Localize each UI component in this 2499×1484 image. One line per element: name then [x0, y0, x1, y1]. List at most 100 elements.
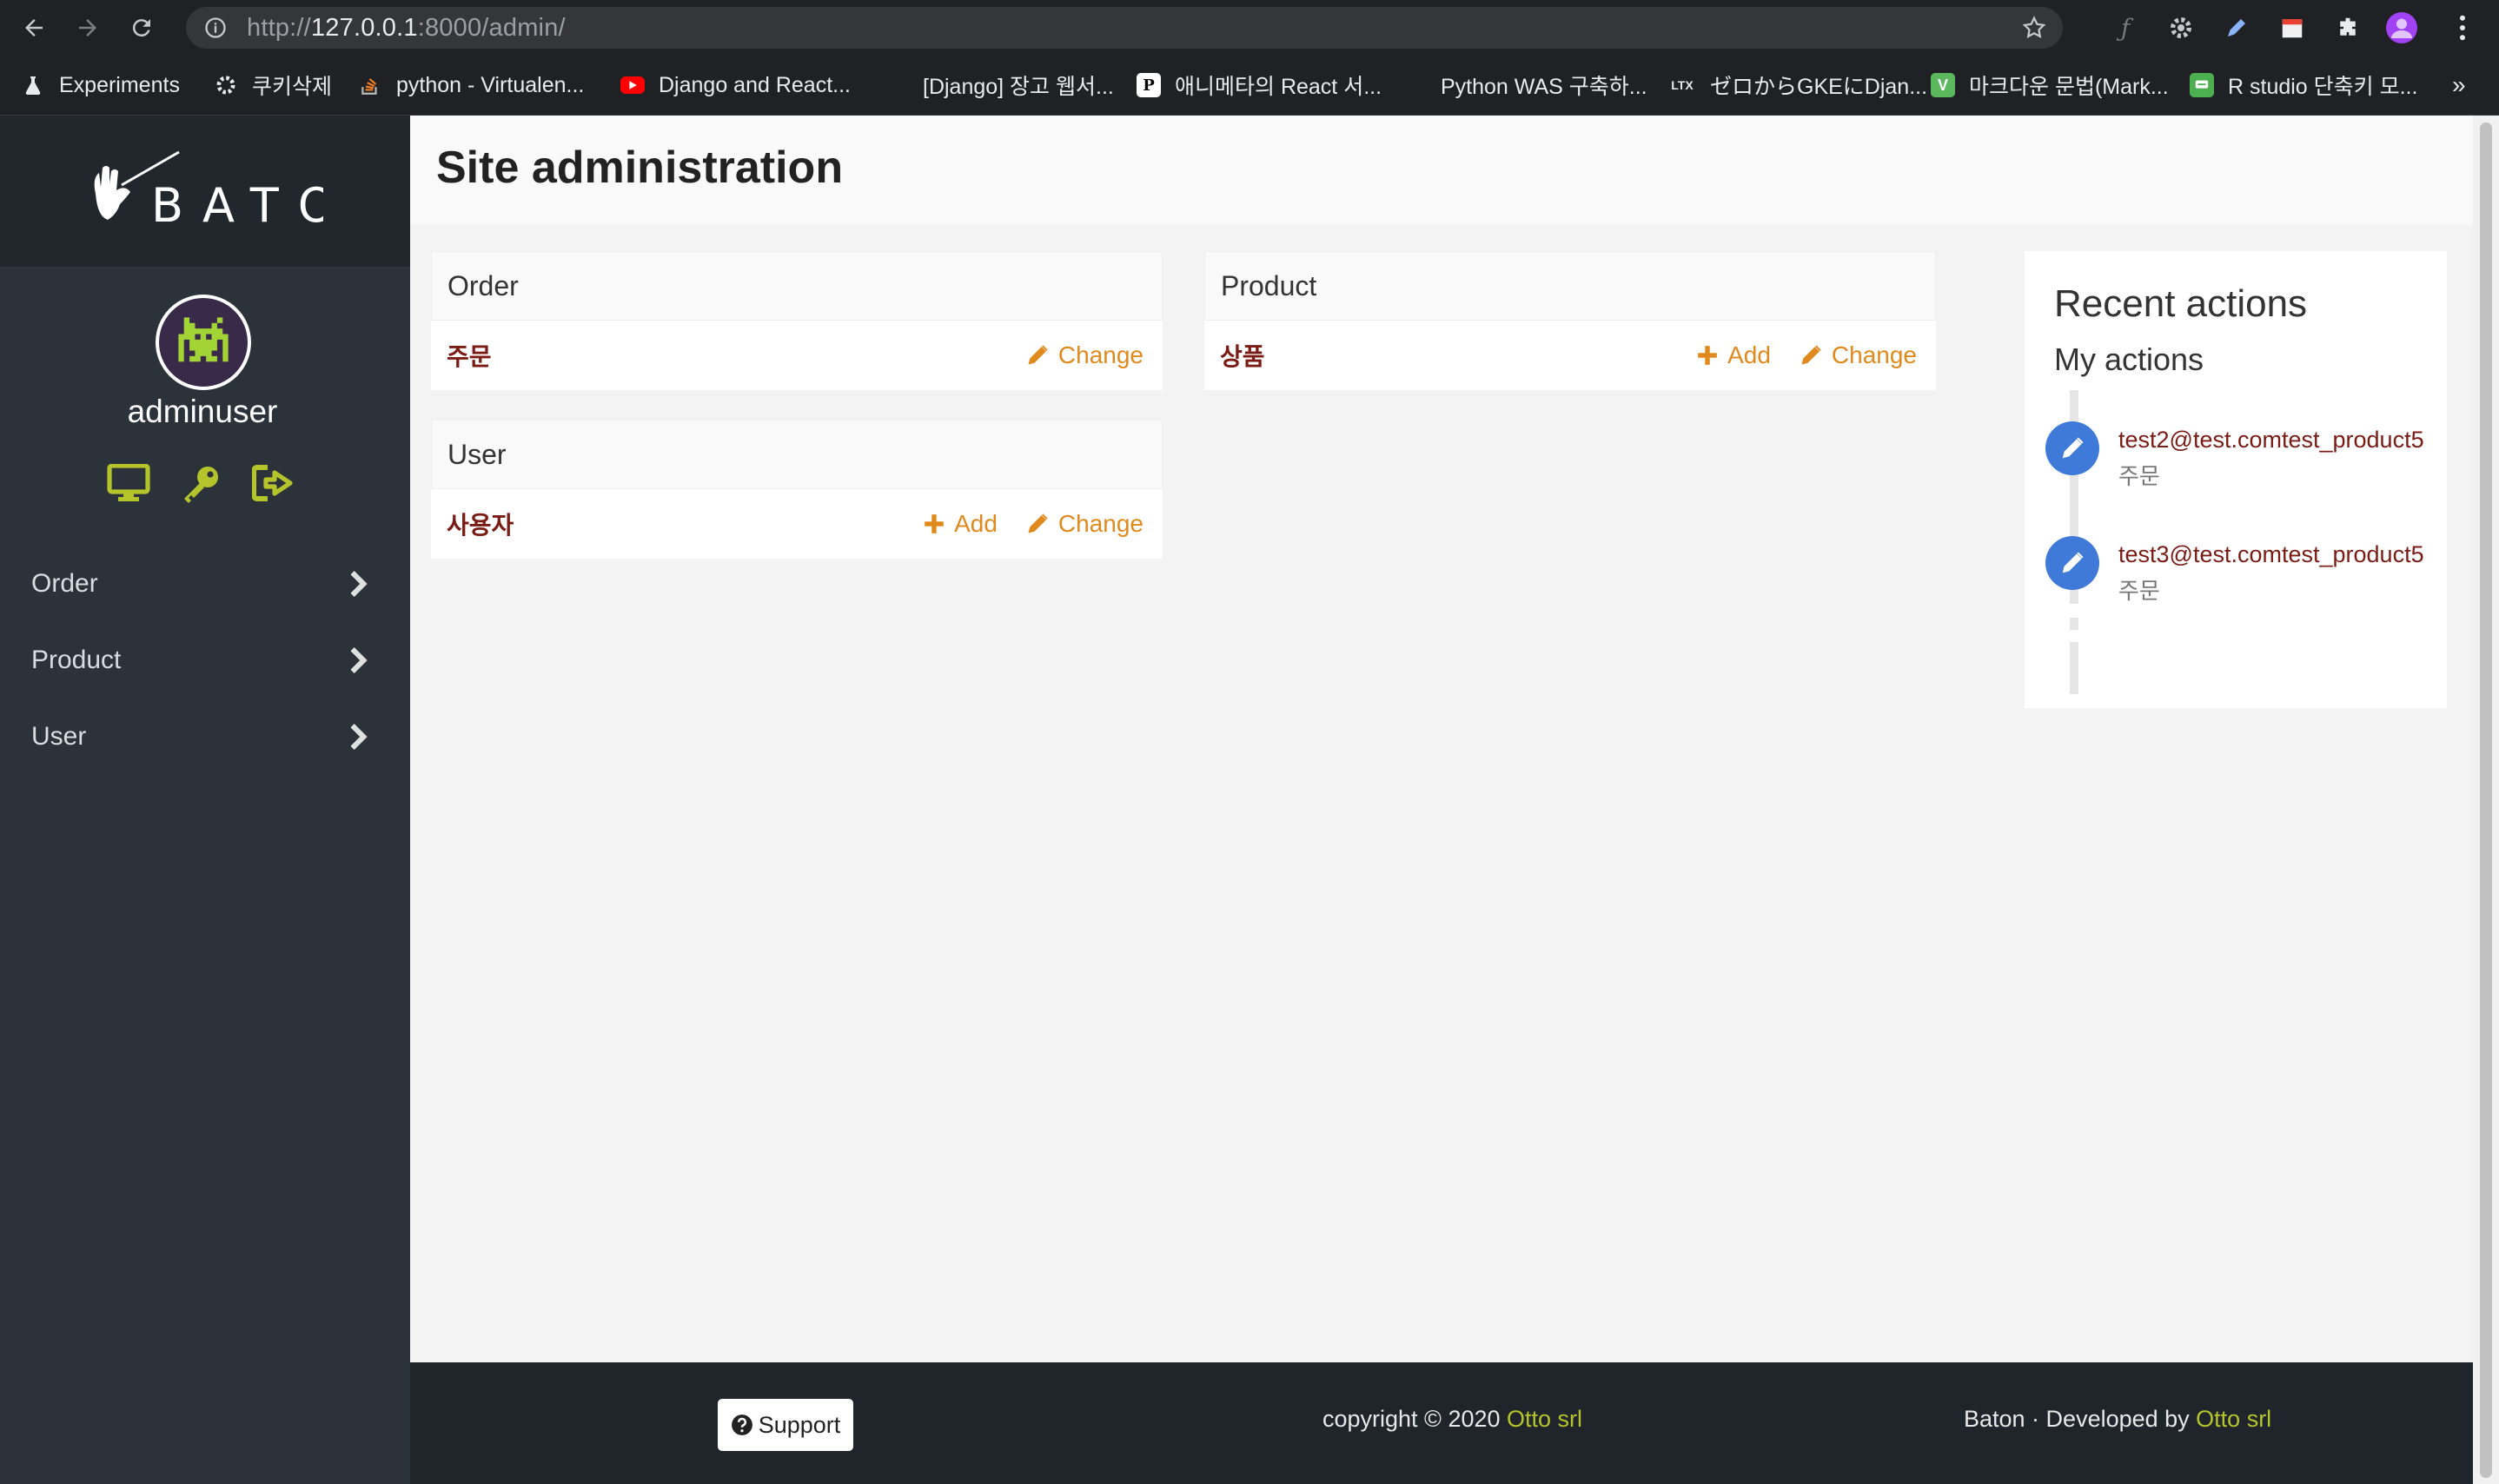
- table-row: 주문 Change: [431, 321, 1163, 390]
- bookmark-rstudio[interactable]: R studio 단축키 모...: [2190, 68, 2417, 103]
- bookmark-django-react[interactable]: Django and React...: [620, 68, 851, 103]
- row-actions: Change: [1025, 321, 1143, 390]
- sidebar: BATON adminuser Order Product User: [0, 116, 410, 1484]
- change-order-button[interactable]: Change: [1025, 341, 1143, 369]
- username: adminuser: [127, 394, 278, 429]
- bookmark-python-virtualenv[interactable]: python - Virtualen...: [358, 68, 584, 103]
- change-product-button[interactable]: Change: [1799, 341, 1917, 369]
- pencil-icon: [1028, 513, 1048, 533]
- gear-extension-icon[interactable]: [2165, 12, 2197, 43]
- support-label: Support: [758, 1411, 841, 1438]
- developed-by-text: Baton · Developed by Otto srl: [1964, 1406, 2271, 1433]
- company-link[interactable]: Otto srl: [1507, 1406, 1582, 1432]
- chevron-right-icon: [350, 571, 368, 597]
- logout-button[interactable]: [250, 459, 299, 507]
- user-actions: [104, 459, 299, 507]
- plus-icon: [925, 514, 944, 533]
- bookmark-label: python - Virtualen...: [396, 72, 585, 97]
- function-extension-icon[interactable]: ƒ: [2110, 12, 2141, 43]
- sidebar-item-label: Order: [31, 569, 98, 598]
- change-user-button[interactable]: Change: [1025, 510, 1143, 538]
- bookmark-label: 쿠키삭제: [252, 75, 333, 99]
- recent-actions-panel: Recent actions My actions test2@test.com…: [2025, 251, 2447, 708]
- row-actions: Add Change: [1696, 321, 1917, 390]
- bookmark-python-was[interactable]: Python WAS 구축하...: [1402, 68, 1647, 103]
- edit-dot: [2045, 536, 2099, 590]
- reload-icon: [132, 19, 150, 37]
- flask-icon: [21, 73, 45, 97]
- copyright-prefix: copyright © 2020: [1322, 1406, 1508, 1432]
- change-password-button[interactable]: [177, 459, 226, 507]
- url-scheme: http://: [247, 13, 311, 42]
- forward-button[interactable]: [66, 6, 109, 50]
- bookmark-experiments[interactable]: Experiments: [21, 68, 180, 103]
- bookmark-label: ゼロからGKEにDjan...: [1710, 75, 1928, 99]
- add-product-button[interactable]: Add: [1696, 341, 1771, 369]
- module-title[interactable]: Product: [1204, 251, 1936, 321]
- profile-avatar-icon[interactable]: [2386, 12, 2417, 43]
- key-icon: [184, 467, 218, 503]
- back-button[interactable]: [12, 6, 56, 50]
- url-text[interactable]: http://127.0.0.1:8000/admin/: [247, 14, 566, 43]
- developer-link[interactable]: Otto srl: [2196, 1406, 2271, 1432]
- change-label: Change: [1057, 341, 1143, 368]
- sign-out-icon: [252, 465, 293, 501]
- chat-icon: [2190, 73, 2214, 97]
- bookmark-label: Experiments: [59, 72, 180, 97]
- change-label: Change: [1831, 341, 1917, 368]
- bookmarks-overflow-button[interactable]: »: [2452, 68, 2466, 103]
- bookmark-label: Python WAS 구축하...: [1441, 75, 1647, 99]
- reload-button[interactable]: [120, 6, 163, 50]
- sidebar-item-order[interactable]: Order: [0, 549, 410, 619]
- model-link-product[interactable]: 상품: [1220, 338, 1265, 373]
- puzzle-extension-icon[interactable]: [2332, 12, 2363, 43]
- sidebar-item-label: Product: [31, 646, 122, 674]
- star-icon[interactable]: [2021, 15, 2047, 41]
- pen-extension-icon[interactable]: [2221, 12, 2252, 43]
- scrollbar-thumb[interactable]: [2480, 123, 2492, 1478]
- bookmark-label: Django and React...: [659, 72, 851, 97]
- recent-action-link[interactable]: test2@test.comtest_product5: [2118, 427, 2449, 454]
- main-content: Site administration Order 주문 Change User…: [410, 116, 2473, 1362]
- recent-action-text: test2@test.comtest_product5 주문: [2118, 427, 2449, 491]
- scrollbar[interactable]: [2473, 116, 2499, 1484]
- bookmark-markdown[interactable]: V 마크다운 문법(Mark...: [1931, 68, 2169, 103]
- page-title: Site administration: [436, 142, 844, 193]
- stackoverflow-icon: [358, 73, 382, 97]
- add-user-button[interactable]: Add: [923, 510, 998, 538]
- bookmark-animeta-react[interactable]: P 애니메타의 React 서...: [1137, 68, 1382, 103]
- recent-action-link[interactable]: test3@test.comtest_product5: [2118, 541, 2449, 568]
- gear-icon: [214, 73, 238, 97]
- copyright-text: copyright © 2020 Otto srl: [1322, 1406, 1582, 1433]
- bookmark-django-web[interactable]: [Django] 장고 웹서...: [885, 68, 1114, 103]
- row-actions: Add Change: [923, 489, 1143, 559]
- bookmark-cookie-delete[interactable]: 쿠키삭제: [214, 68, 332, 103]
- support-button[interactable]: Support: [718, 1399, 853, 1451]
- bookmark-label: 애니메타의 React 서...: [1175, 75, 1382, 99]
- bookmarks-bar: Experiments 쿠키삭제 python - Virtualen... D…: [0, 56, 2499, 116]
- address-bar[interactable]: http://127.0.0.1:8000/admin/: [186, 7, 2063, 49]
- browser-toolbar: http://127.0.0.1:8000/admin/ ƒ: [0, 0, 2499, 56]
- avatar: [156, 295, 251, 390]
- sidebar-item-user[interactable]: User: [0, 702, 410, 772]
- module-title[interactable]: User: [431, 420, 1163, 489]
- baton-logo[interactable]: BATON: [87, 142, 389, 242]
- bookmark-label: [Django] 장고 웹서...: [923, 75, 1114, 99]
- sidebar-item-product[interactable]: Product: [0, 626, 410, 695]
- model-link-order[interactable]: 주문: [447, 338, 492, 373]
- bookmark-gke-django[interactable]: LTX ゼロからGKEにDjan...: [1668, 68, 1927, 103]
- youtube-icon: [620, 76, 645, 94]
- v-icon: V: [1931, 73, 1955, 97]
- module-title[interactable]: Order: [431, 251, 1163, 321]
- view-site-button[interactable]: [104, 459, 153, 507]
- bookmark-label: 마크다운 문법(Mark...: [1969, 75, 2169, 99]
- model-link-user[interactable]: 사용자: [447, 507, 514, 541]
- info-icon[interactable]: [203, 16, 228, 40]
- browser-menu-icon[interactable]: [2447, 12, 2478, 43]
- question-circle-icon: [731, 1414, 752, 1435]
- url-host: 127.0.0.1: [310, 13, 418, 42]
- calendar-extension-icon[interactable]: [2277, 12, 2308, 43]
- chevron-right-icon: [350, 724, 368, 750]
- recent-action-text: test3@test.comtest_product5 주문: [2118, 541, 2449, 606]
- pencil-icon: [1028, 345, 1048, 365]
